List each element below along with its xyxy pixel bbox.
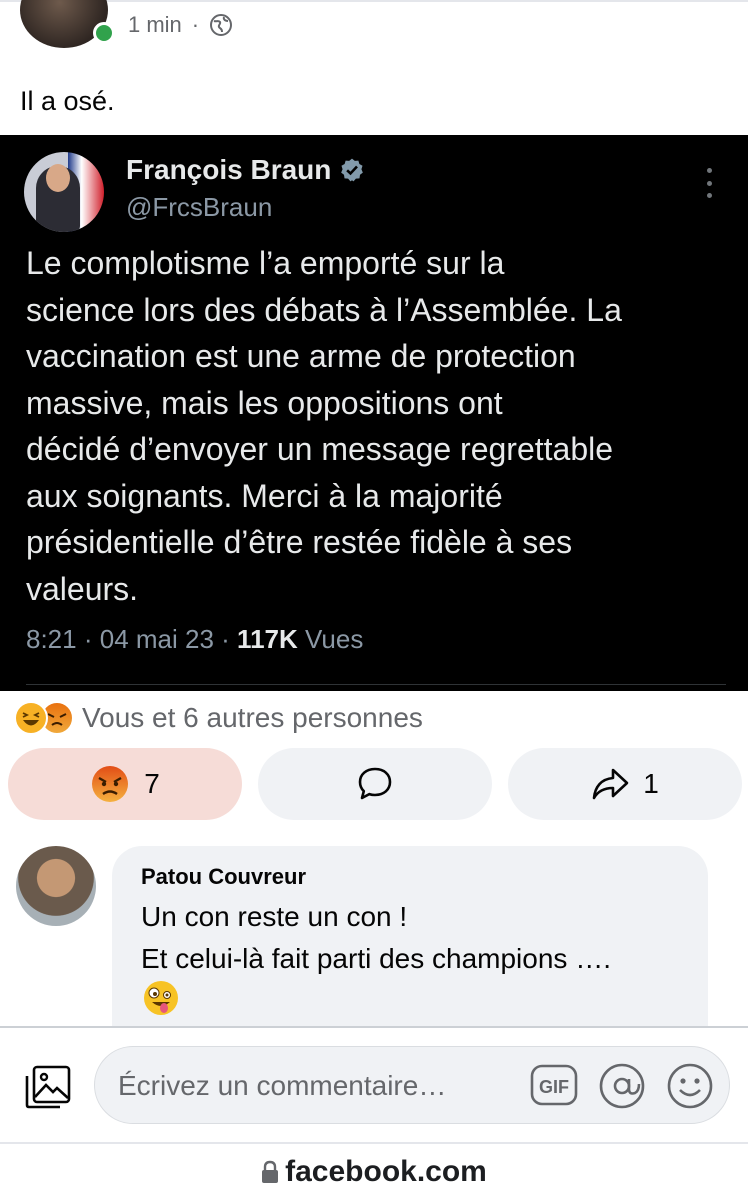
top-divider xyxy=(0,0,748,2)
verified-badge-icon xyxy=(341,158,364,182)
comment-bubble-icon xyxy=(358,767,392,800)
tweet-avatar xyxy=(24,152,104,232)
browser-divider xyxy=(0,1142,748,1144)
angry-emoji-icon xyxy=(92,766,129,802)
composer-divider xyxy=(0,1026,748,1028)
post-text: Il a osé. xyxy=(20,86,115,116)
tweet-views-count: 117K xyxy=(237,624,298,654)
share-button[interactable]: 1 xyxy=(508,748,742,820)
tweet-footer: 8:21 · 04 mai 23 · 117K Vues xyxy=(26,624,364,654)
tweet-views-label: Vues xyxy=(305,624,364,654)
comment-input-placeholder: Écrivez un commentaire… xyxy=(118,1070,447,1101)
tweet-author-name: François Braun xyxy=(126,154,365,186)
tweet-body: Le complotisme l’a emporté sur la scienc… xyxy=(26,245,622,607)
emoji-smile-icon[interactable] xyxy=(666,1062,714,1110)
gif-label: GIF xyxy=(539,1077,569,1097)
tweet-time: 8:21 xyxy=(26,624,77,654)
poster-avatar[interactable] xyxy=(20,0,108,48)
mention-at-icon[interactable] xyxy=(598,1062,646,1110)
reaction-summary[interactable]: Vous et 6 autres personnes xyxy=(14,698,423,738)
react-button[interactable]: 7 xyxy=(8,748,242,820)
tweet-handle: @FrcsBraun xyxy=(126,192,273,222)
meta-separator: · xyxy=(191,12,200,37)
more-options-icon xyxy=(704,168,714,198)
share-count: 1 xyxy=(643,768,659,799)
browser-url-bar[interactable]: facebook.com xyxy=(0,1150,748,1194)
tweet-name-text: François Braun xyxy=(126,154,332,185)
share-arrow-icon xyxy=(592,768,629,800)
zany-face-emoji-icon xyxy=(144,981,178,1015)
react-count: 7 xyxy=(144,768,160,799)
post-meta: 1 min · xyxy=(128,12,233,38)
comment-author[interactable]: Patou Couvreur xyxy=(141,864,306,890)
gif-icon[interactable]: GIF xyxy=(530,1063,578,1107)
commenter-avatar[interactable] xyxy=(16,846,96,926)
globe-icon xyxy=(210,14,233,36)
haha-emoji-icon xyxy=(14,701,48,735)
lock-icon xyxy=(262,1160,279,1183)
tweet-divider xyxy=(26,684,726,685)
photo-gallery-icon[interactable] xyxy=(24,1064,72,1110)
post-time[interactable]: 1 min xyxy=(128,12,182,38)
comment-button[interactable] xyxy=(258,748,492,820)
comment-text: Un con reste un con ! Et celui-là fait p… xyxy=(141,901,611,974)
reaction-summary-text: Vous et 6 autres personnes xyxy=(82,702,423,733)
tweet-date: 04 mai 23 xyxy=(99,624,214,654)
online-status-dot xyxy=(93,22,115,44)
browser-url: facebook.com xyxy=(285,1155,487,1188)
